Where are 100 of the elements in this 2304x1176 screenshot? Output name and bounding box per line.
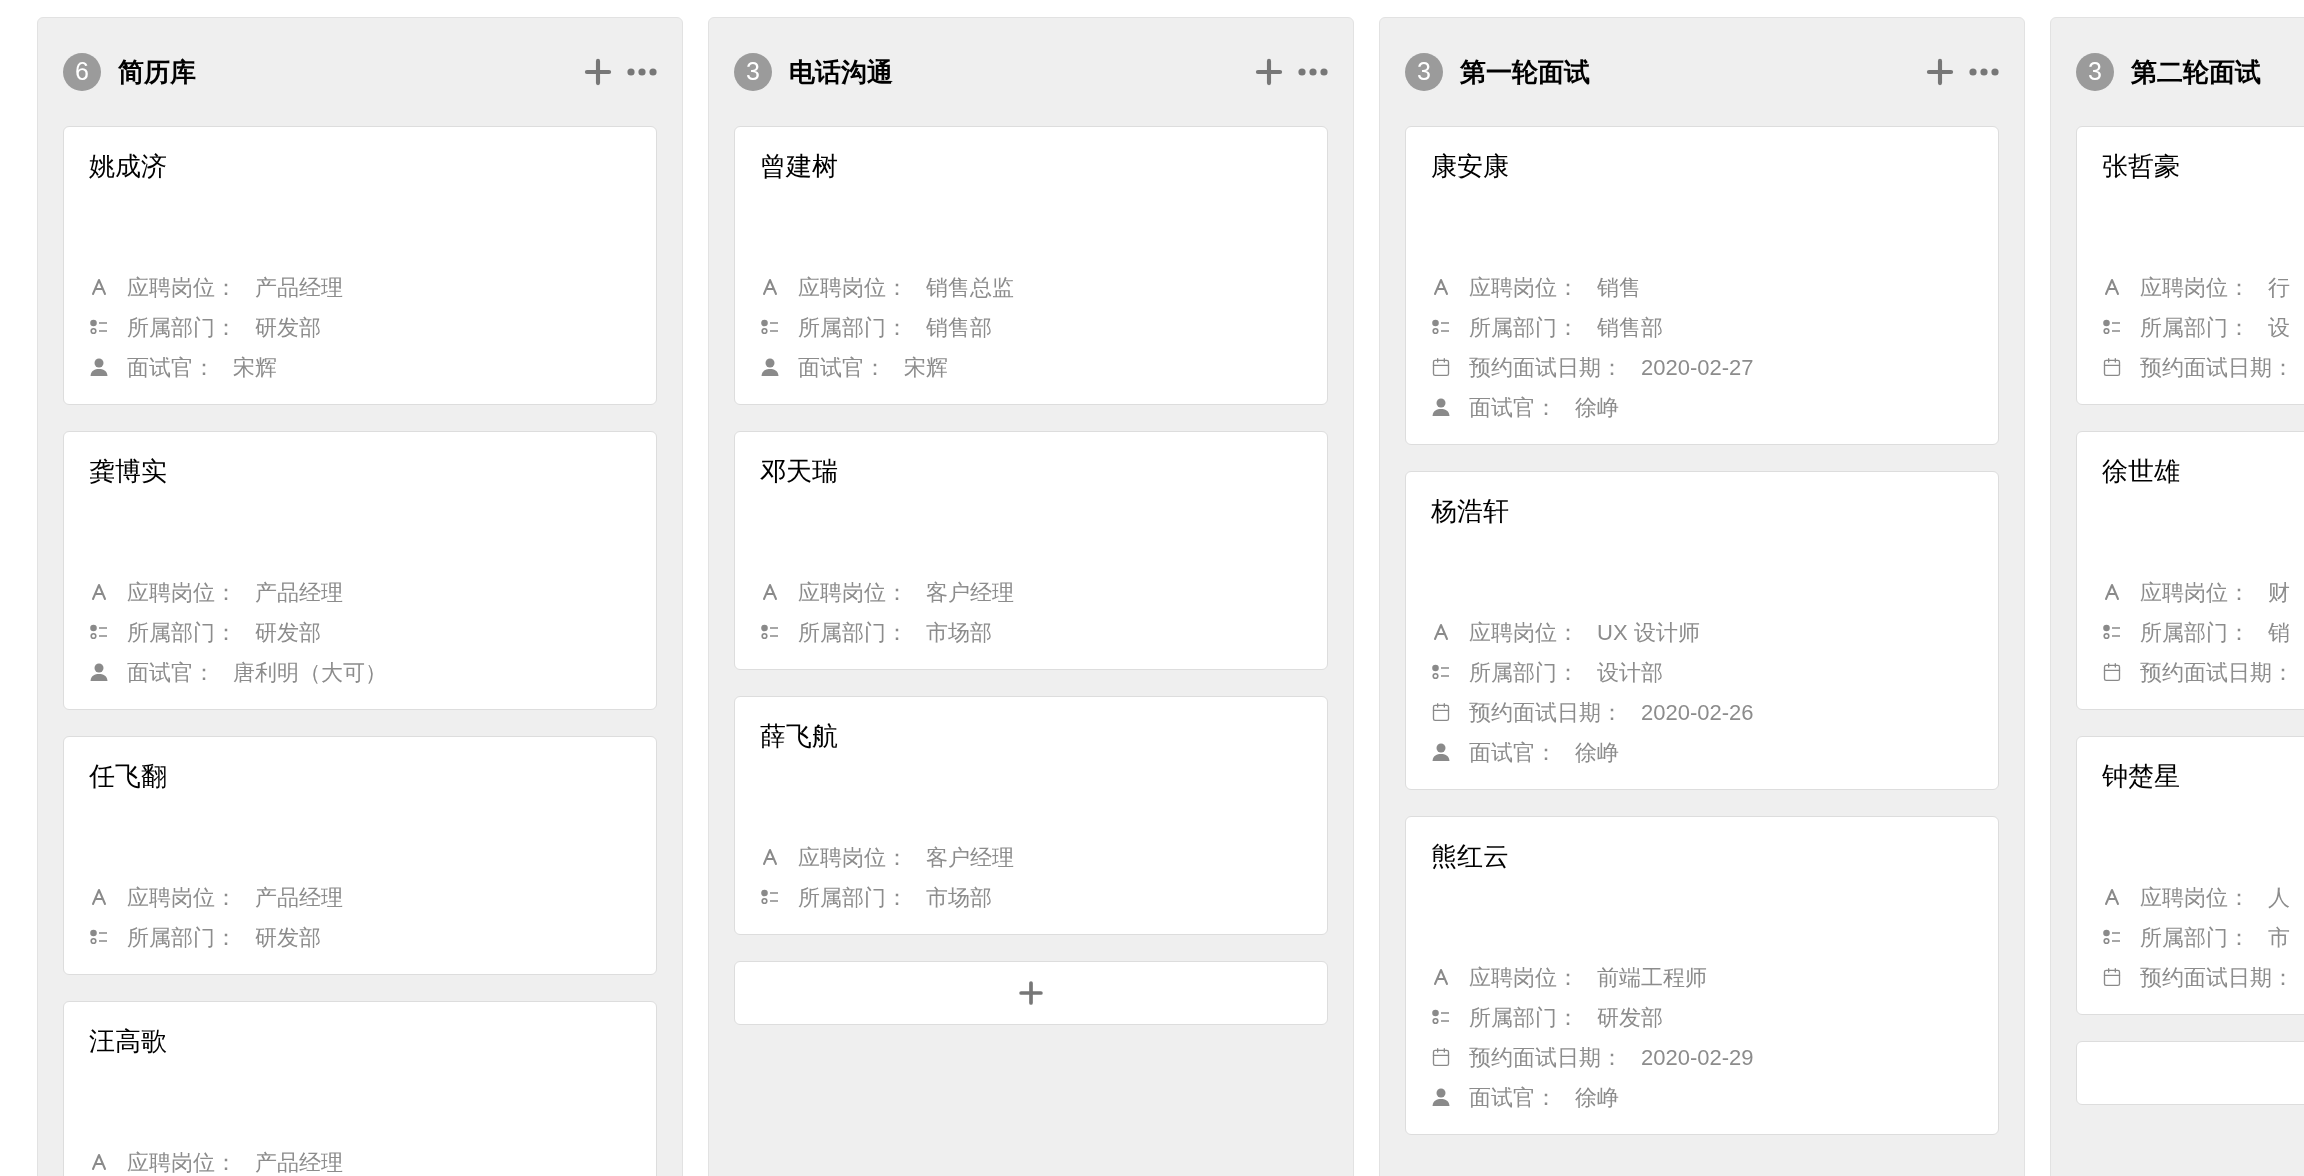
candidate-name: 钟楚星 bbox=[2102, 760, 2181, 793]
candidate-card[interactable]: 汪高歌 应聘岗位： 产品经理 bbox=[63, 1001, 657, 1176]
more-button[interactable] bbox=[1298, 68, 1328, 76]
field-label: 预约面试日期： bbox=[2140, 963, 2294, 992]
more-button[interactable] bbox=[627, 68, 657, 76]
list-icon bbox=[760, 887, 780, 907]
field-value: 徐峥 bbox=[1575, 738, 1619, 767]
candidate-card[interactable]: 钟楚星 应聘岗位： 人 所属部门： 市 预约面试日期： bbox=[2076, 736, 2304, 1015]
field-label: 应聘岗位： bbox=[2140, 273, 2250, 302]
field-value: 销售部 bbox=[926, 313, 992, 342]
field-label: 所属部门： bbox=[798, 883, 908, 912]
field-label: 所属部门： bbox=[127, 618, 237, 647]
field-label: 所属部门： bbox=[127, 313, 237, 342]
field-value: 研发部 bbox=[255, 923, 321, 952]
candidate-name: 张哲豪 bbox=[2102, 150, 2181, 183]
text-field-icon bbox=[2102, 887, 2122, 907]
calendar-icon bbox=[2102, 357, 2122, 377]
text-field-icon bbox=[760, 847, 780, 867]
field-label: 所属部门： bbox=[2140, 923, 2250, 952]
field-label: 应聘岗位： bbox=[127, 578, 237, 607]
column-title: 简历库 bbox=[118, 55, 196, 89]
calendar-icon bbox=[1431, 1047, 1451, 1067]
list-icon bbox=[760, 317, 780, 337]
field-label: 预约面试日期： bbox=[1469, 698, 1623, 727]
field-label: 所属部门： bbox=[1469, 313, 1579, 342]
text-field-icon bbox=[760, 582, 780, 602]
candidate-card[interactable]: 熊红云 应聘岗位： 前端工程师 所属部门： 研发部 预约面试日期： 2020-02-29 面试官： 徐峥 bbox=[1405, 816, 1999, 1135]
field-label: 应聘岗位： bbox=[1469, 273, 1579, 302]
count-badge: 3 bbox=[2076, 53, 2114, 91]
field-value: 前端工程师 bbox=[1597, 963, 1707, 992]
candidate-card[interactable]: 薛飞航 应聘岗位： 客户经理 所属部门： 市场部 bbox=[734, 696, 1328, 935]
text-field-icon bbox=[89, 1152, 109, 1172]
field-value: 唐利明（大可） bbox=[233, 658, 387, 687]
field-value: 产品经理 bbox=[255, 883, 343, 912]
field-value: 财 bbox=[2268, 578, 2290, 607]
calendar-icon bbox=[1431, 702, 1451, 722]
list-icon bbox=[1431, 1007, 1451, 1027]
field-label: 所属部门： bbox=[1469, 1003, 1579, 1032]
candidate-name: 康安康 bbox=[1431, 150, 1510, 183]
field-label: 应聘岗位： bbox=[127, 883, 237, 912]
candidate-card[interactable]: 徐世雄 应聘岗位： 财 所属部门： 销 预约面试日期： bbox=[2076, 431, 2304, 710]
field-value: 客户经理 bbox=[926, 843, 1014, 872]
field-value: 设 bbox=[2268, 313, 2290, 342]
more-icon bbox=[627, 68, 657, 76]
field-value: UX 设计师 bbox=[1597, 618, 1700, 647]
field-label: 应聘岗位： bbox=[1469, 963, 1579, 992]
count-badge: 3 bbox=[734, 53, 772, 91]
candidate-card[interactable]: 张哲豪 应聘岗位： 行 所属部门： 设 预约面试日期： bbox=[2076, 126, 2304, 405]
column-title: 第一轮面试 bbox=[1460, 55, 1590, 89]
field-value: 研发部 bbox=[255, 618, 321, 647]
person-icon bbox=[89, 662, 109, 682]
candidate-card[interactable]: 杨浩轩 应聘岗位： UX 设计师 所属部门： 设计部 预约面试日期： 2020-02-26 面试官： 徐峥 bbox=[1405, 471, 1999, 790]
field-label: 面试官： bbox=[127, 658, 215, 687]
calendar-icon bbox=[2102, 662, 2122, 682]
field-value: 研发部 bbox=[255, 313, 321, 342]
count-badge: 6 bbox=[63, 53, 101, 91]
person-icon bbox=[89, 357, 109, 377]
field-label: 应聘岗位： bbox=[798, 578, 908, 607]
field-label: 预约面试日期： bbox=[2140, 658, 2294, 687]
field-value: 宋辉 bbox=[904, 353, 948, 382]
calendar-icon bbox=[1431, 357, 1451, 377]
person-icon bbox=[1431, 397, 1451, 417]
more-button[interactable] bbox=[1969, 68, 1999, 76]
field-label: 应聘岗位： bbox=[2140, 883, 2250, 912]
field-label: 面试官： bbox=[1469, 738, 1557, 767]
text-field-icon bbox=[760, 277, 780, 297]
candidate-card[interactable]: 康安康 应聘岗位： 销售 所属部门： 销售部 预约面试日期： 2020-02-27 面试官： 徐峥 bbox=[1405, 126, 1999, 445]
list-icon bbox=[89, 927, 109, 947]
candidate-card[interactable]: 曾建树 应聘岗位： 销售总监 所属部门： 销售部 面试官： 宋辉 bbox=[734, 126, 1328, 405]
candidate-card[interactable]: 姚成济 应聘岗位： 产品经理 所属部门： 研发部 面试官： 宋辉 bbox=[63, 126, 657, 405]
text-field-icon bbox=[2102, 582, 2122, 602]
list-icon bbox=[1431, 662, 1451, 682]
field-value: 设计部 bbox=[1597, 658, 1663, 687]
field-value: 徐峥 bbox=[1575, 393, 1619, 422]
text-field-icon bbox=[1431, 622, 1451, 642]
field-label: 面试官： bbox=[798, 353, 886, 382]
text-field-icon bbox=[1431, 967, 1451, 987]
field-value: 市场部 bbox=[926, 883, 992, 912]
list-icon bbox=[2102, 317, 2122, 337]
candidate-name: 姚成济 bbox=[89, 150, 168, 183]
text-field-icon bbox=[2102, 277, 2122, 297]
text-field-icon bbox=[89, 277, 109, 297]
candidate-name: 汪高歌 bbox=[89, 1025, 168, 1058]
more-icon bbox=[1969, 68, 1999, 76]
field-value: 产品经理 bbox=[255, 1148, 343, 1176]
field-label: 所属部门： bbox=[798, 313, 908, 342]
count-badge: 3 bbox=[1405, 53, 1443, 91]
field-value: 销售 bbox=[1597, 273, 1641, 302]
field-value: 产品经理 bbox=[255, 273, 343, 302]
field-label: 应聘岗位： bbox=[127, 1148, 237, 1176]
candidate-card[interactable]: 任飞翻 应聘岗位： 产品经理 所属部门： 研发部 bbox=[63, 736, 657, 975]
person-icon bbox=[1431, 742, 1451, 762]
field-label: 所属部门： bbox=[1469, 658, 1579, 687]
field-value: 销售总监 bbox=[926, 273, 1014, 302]
candidate-card[interactable]: 龚博实 应聘岗位： 产品经理 所属部门： 研发部 面试官： 唐利明（大可） bbox=[63, 431, 657, 710]
person-icon bbox=[1431, 1087, 1451, 1107]
candidate-card[interactable]: 邓天瑞 应聘岗位： 客户经理 所属部门： 市场部 bbox=[734, 431, 1328, 670]
column-title: 电话沟通 bbox=[789, 55, 893, 89]
candidate-name: 薛飞航 bbox=[760, 720, 839, 753]
field-label: 面试官： bbox=[1469, 1083, 1557, 1112]
